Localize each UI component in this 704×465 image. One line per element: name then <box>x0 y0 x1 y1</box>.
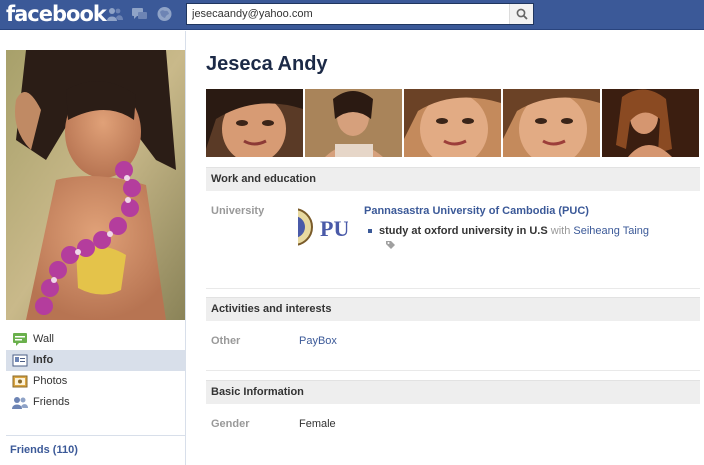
nav-label-wall: Wall <box>33 333 54 345</box>
gender-label: Gender <box>211 418 250 430</box>
bullet-icon <box>368 229 372 233</box>
school-logo-text: PU <box>320 216 348 241</box>
section-divider <box>206 370 700 371</box>
friend-requests-icon[interactable] <box>106 6 123 22</box>
profile-nav: Wall Info Photos Friends <box>6 329 185 413</box>
nav-item-info[interactable]: Info <box>6 350 185 371</box>
nav-label-friends: Friends <box>33 396 70 408</box>
facebook-logo[interactable]: facebook <box>6 1 107 27</box>
messages-icon[interactable] <box>131 6 148 22</box>
top-bar: facebook <box>0 0 704 30</box>
university-label: University <box>211 205 265 217</box>
with-text: with <box>550 225 571 237</box>
school-logo[interactable]: PU <box>298 206 348 248</box>
nav-item-friends[interactable]: Friends <box>6 392 185 413</box>
other-label: Other <box>211 335 241 347</box>
photo-thumbnail[interactable] <box>206 89 303 157</box>
search-icon <box>516 8 528 20</box>
nav-item-wall[interactable]: Wall <box>6 329 185 350</box>
search-button[interactable] <box>509 4 533 24</box>
photo-strip <box>206 89 700 157</box>
nav-label-info: Info <box>33 354 54 366</box>
section-divider <box>206 288 700 289</box>
info-icon <box>12 353 28 368</box>
notifications-icon[interactable] <box>156 6 173 22</box>
nav-label-photos: Photos <box>33 375 68 387</box>
search-input[interactable] <box>187 4 509 24</box>
photo-thumbnail[interactable] <box>602 89 699 157</box>
nav-item-photos[interactable]: Photos <box>6 371 185 392</box>
section-heading-activities: Activities and interests <box>206 297 700 321</box>
left-column: Wall Info Photos Friends Friends (110) <box>0 31 186 465</box>
friends-icon <box>12 395 28 410</box>
paybox-link[interactable]: PayBox <box>299 335 337 347</box>
friends-count-link[interactable]: Friends (110) <box>10 444 78 456</box>
nav-divider <box>6 435 185 436</box>
photo-thumbnail[interactable] <box>503 89 600 157</box>
profile-name: Jeseca Andy <box>206 53 328 75</box>
tag-icon[interactable] <box>385 240 396 253</box>
search-box <box>186 3 534 25</box>
wall-icon <box>12 332 28 347</box>
gender-value: Female <box>299 418 336 430</box>
school-name-link[interactable]: Pannasastra University of Cambodia (PUC) <box>364 205 589 217</box>
section-heading-basic-info: Basic Information <box>206 380 700 404</box>
profile-picture[interactable] <box>6 50 185 320</box>
study-text: study at oxford university in U.S <box>379 225 548 237</box>
photo-thumbnail[interactable] <box>404 89 501 157</box>
photo-thumbnail[interactable] <box>305 89 402 157</box>
section-heading-work-education: Work and education <box>206 167 700 191</box>
with-person-link[interactable]: Seiheang Taing <box>573 225 649 237</box>
photos-icon <box>12 374 28 389</box>
